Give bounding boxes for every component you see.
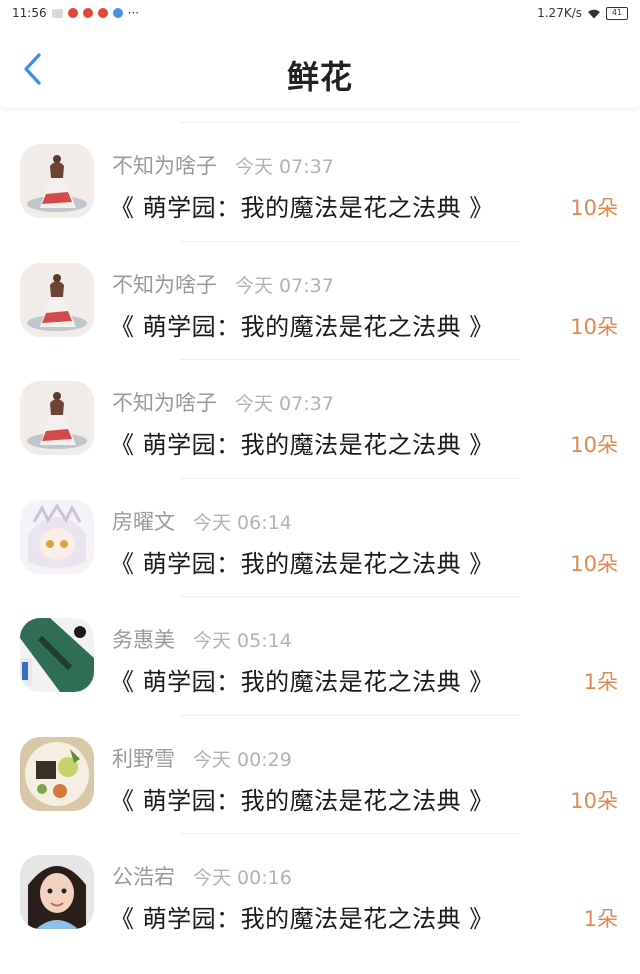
list-item[interactable]: 不知为啥子 今天 07:37 《 萌学园：我的魔法是花之法典 》 10朵 (0, 122, 640, 241)
weibo-icon (97, 8, 108, 18)
list-item[interactable]: 公浩宕 今天 00:16 《 萌学园：我的魔法是花之法典 》 1朵 (0, 833, 640, 952)
status-bar: 11:56 ··· 1.27K/s 41 (0, 0, 640, 26)
book-title[interactable]: 《 萌学园：我的魔法是花之法典 》 (110, 544, 494, 579)
list-item[interactable]: 不知为啥子 今天 07:37 《 萌学园：我的魔法是花之法典 》 10朵 (0, 359, 640, 478)
status-time: 11:56 (12, 6, 47, 20)
flower-count: 1朵 (583, 907, 618, 931)
weibo-icon (82, 8, 93, 18)
status-right: 1.27K/s 41 (537, 6, 628, 20)
avatar[interactable] (20, 499, 94, 574)
page-title: 鲜花 (286, 58, 353, 96)
book-title[interactable]: 《 萌学园：我的魔法是花之法典 》 (110, 188, 494, 223)
book-title[interactable]: 《 萌学园：我的魔法是花之法典 》 (110, 781, 494, 816)
user-name[interactable]: 不知为啥子 (112, 150, 217, 180)
user-line: 房曜文 今天 06:14 (112, 506, 292, 536)
timestamp: 今天 07:37 (235, 156, 334, 178)
browser-icon (112, 8, 123, 18)
timestamp: 今天 00:16 (193, 867, 292, 889)
avatar[interactable] (20, 736, 94, 811)
book-title[interactable]: 《 萌学园：我的魔法是花之法典 》 (110, 899, 494, 934)
list-item[interactable]: 利野雪 今天 00:29 《 萌学园：我的魔法是花之法典 》 10朵 (0, 714, 640, 834)
flower-count: 10朵 (570, 551, 618, 576)
timestamp: 今天 06:14 (193, 511, 292, 534)
flower-count: 10朵 (570, 433, 618, 457)
avatar[interactable] (20, 855, 94, 929)
battery-icon: 41 (606, 6, 628, 20)
user-line: 不知为啥子 今天 07:37 (112, 150, 334, 180)
book-title[interactable]: 《 萌学园：我的魔法是花之法典 》 (110, 662, 494, 697)
timestamp: 今天 07:37 (235, 393, 334, 415)
avatar[interactable] (20, 144, 94, 218)
flower-count: 10朵 (570, 788, 618, 813)
wifi-icon (587, 8, 601, 19)
avatar[interactable] (20, 618, 94, 692)
book-title[interactable]: 《 萌学园：我的魔法是花之法典 》 (110, 307, 494, 342)
timestamp: 今天 05:14 (193, 630, 292, 652)
flower-count: 1朵 (583, 670, 618, 694)
user-line: 不知为啥子 今天 07:37 (112, 269, 334, 299)
more-notifications-icon: ··· (127, 6, 140, 20)
user-line: 利野雪 今天 00:29 (112, 743, 292, 773)
flower-list: 不知为啥子 今天 07:37 《 萌学园：我的魔法是花之法典 》 10朵 不知为… (0, 122, 640, 952)
user-name[interactable]: 务惠美 (112, 624, 175, 654)
user-name[interactable]: 不知为啥子 (112, 269, 217, 299)
user-line: 务惠美 今天 05:14 (112, 624, 292, 654)
user-name[interactable]: 公浩宕 (112, 861, 175, 891)
avatar[interactable] (20, 381, 94, 455)
network-speed: 1.27K/s (537, 6, 582, 20)
timestamp: 今天 07:37 (235, 274, 334, 297)
list-item[interactable]: 务惠美 今天 05:14 《 萌学园：我的魔法是花之法典 》 1朵 (0, 596, 640, 715)
list-item[interactable]: 不知为啥子 今天 07:37 《 萌学园：我的魔法是花之法典 》 10朵 (0, 240, 640, 360)
user-name[interactable]: 房曜文 (112, 506, 175, 536)
book-title[interactable]: 《 萌学园：我的魔法是花之法典 》 (110, 425, 494, 460)
user-name[interactable]: 利野雪 (112, 743, 175, 773)
message-icon (51, 8, 63, 18)
list-item[interactable]: 房曜文 今天 06:14 《 萌学园：我的魔法是花之法典 》 10朵 (0, 477, 640, 597)
status-left: 11:56 ··· (12, 6, 139, 20)
timestamp: 今天 00:29 (193, 748, 292, 771)
header: 鲜花 (0, 30, 640, 108)
user-name[interactable]: 不知为啥子 (112, 387, 217, 417)
flower-count: 10朵 (570, 314, 618, 339)
avatar[interactable] (20, 262, 94, 337)
user-line: 公浩宕 今天 00:16 (112, 861, 292, 891)
flower-count: 10朵 (570, 196, 618, 220)
weibo-icon (67, 8, 78, 18)
user-line: 不知为啥子 今天 07:37 (112, 387, 334, 417)
